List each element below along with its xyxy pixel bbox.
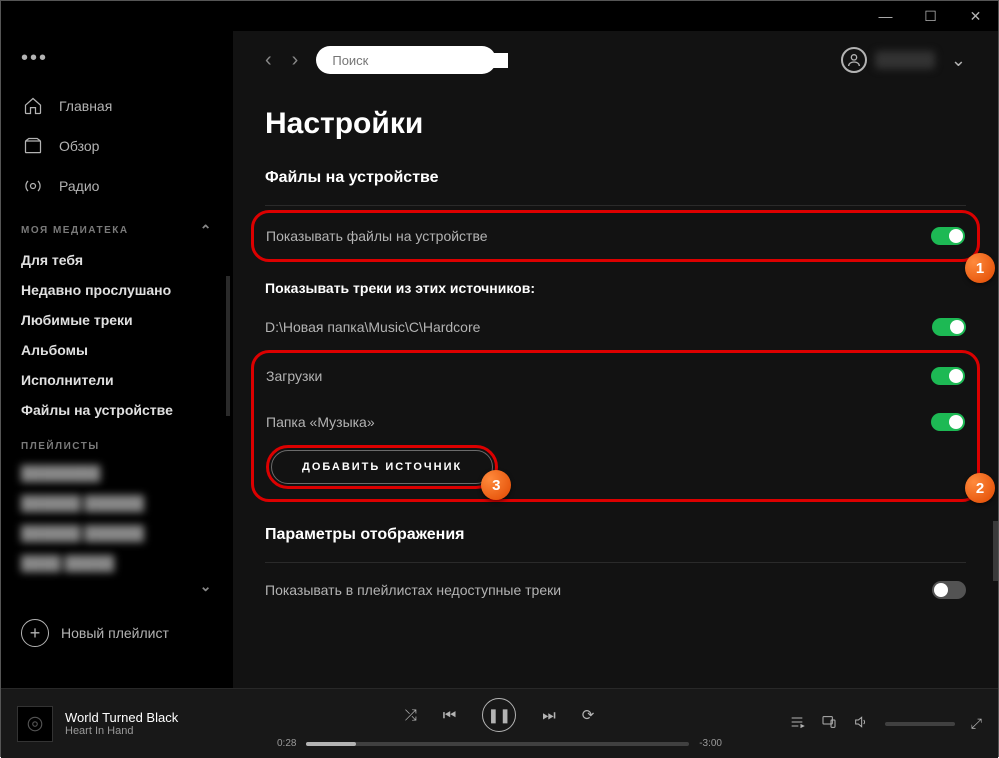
radio-icon: [21, 174, 45, 198]
album-cover[interactable]: [17, 706, 53, 742]
toggle-show-unavailable[interactable]: [932, 581, 966, 599]
section-display-title: Параметры отображения: [265, 526, 966, 552]
now-playing-artist[interactable]: Heart In Hand: [65, 725, 178, 737]
lib-artists[interactable]: Исполнители: [1, 365, 233, 395]
previous-icon[interactable]: ⏮: [443, 707, 457, 724]
annotation-badge-3: 3: [481, 470, 511, 500]
progress-bar[interactable]: [306, 742, 689, 746]
nav-label: Обзор: [59, 138, 99, 154]
user-avatar-icon: [841, 47, 867, 73]
plus-icon: +: [21, 619, 49, 647]
home-icon: [21, 94, 45, 118]
app-window: — ☐ ✕ ••• Главная Обзор Радио МОЯ МЕДИАТ…: [0, 0, 999, 757]
remaining-time: -3:00: [699, 738, 722, 749]
source-downloads: Загрузки: [266, 368, 322, 384]
chevron-up-icon[interactable]: ⌃: [200, 222, 213, 239]
playlist-item[interactable]: ██████ ██████: [1, 518, 233, 548]
lib-albums[interactable]: Альбомы: [1, 335, 233, 365]
lib-for-you[interactable]: Для тебя: [1, 245, 233, 275]
toggle-source-1[interactable]: [931, 367, 965, 385]
playlist-item[interactable]: ████████: [1, 458, 233, 488]
search-box[interactable]: [316, 46, 496, 74]
maximize-button[interactable]: ☐: [908, 1, 953, 31]
playlist-item[interactable]: ████ █████: [1, 548, 233, 578]
show-local-label: Показывать файлы на устройстве: [266, 228, 488, 244]
annotation-badge-2: 2: [965, 473, 995, 503]
page-title: Настройки: [265, 107, 966, 141]
chevron-down-icon[interactable]: ⌄: [951, 50, 966, 71]
playlist-item[interactable]: ██████ ██████: [1, 488, 233, 518]
nav-home[interactable]: Главная: [1, 86, 233, 126]
queue-icon[interactable]: [789, 714, 805, 733]
volume-slider[interactable]: [885, 722, 955, 726]
volume-icon[interactable]: [853, 714, 869, 733]
sidebar-scrollbar[interactable]: [226, 276, 230, 416]
chevron-down-icon: ⌄: [200, 578, 213, 595]
source-music-folder: Папка «Музыка»: [266, 414, 375, 430]
search-input[interactable]: [332, 53, 508, 68]
annotation-box-1: Показывать файлы на устройстве 1: [251, 210, 980, 262]
minimize-button[interactable]: —: [863, 1, 908, 31]
toggle-source-0[interactable]: [932, 318, 966, 336]
browse-icon: [21, 134, 45, 158]
fullscreen-icon[interactable]: ⤢: [971, 715, 982, 732]
divider: [265, 205, 966, 206]
menu-dots-icon[interactable]: •••: [1, 39, 233, 86]
annotation-box-2: Загрузки Папка «Музыка» ДОБАВИТЬ ИСТОЧНИ…: [251, 350, 980, 502]
toggle-show-local[interactable]: [931, 227, 965, 245]
lib-liked[interactable]: Любимые треки: [1, 305, 233, 335]
main-scrollbar[interactable]: [993, 521, 998, 581]
add-source-button[interactable]: ДОБАВИТЬ ИСТОЧНИК: [271, 450, 493, 484]
playlists-expand[interactable]: ⌄: [1, 578, 233, 601]
title-bar: — ☐ ✕: [1, 1, 998, 31]
devices-icon[interactable]: [821, 714, 837, 733]
repeat-icon[interactable]: ⟳: [582, 706, 595, 724]
nav-radio[interactable]: Радио: [1, 166, 233, 206]
topbar: ‹ › ⌄: [265, 31, 966, 89]
sidebar: ••• Главная Обзор Радио МОЯ МЕДИАТЕКА ⌃ …: [1, 31, 233, 688]
new-playlist-button[interactable]: + Новый плейлист: [1, 607, 233, 659]
source-path: D:\Новая папка\Music\С\Hardcore: [265, 319, 480, 335]
player-bar: World Turned Black Heart In Hand ⤮ ⏮ ❚❚ …: [1, 688, 998, 758]
lib-recent[interactable]: Недавно прослушано: [1, 275, 233, 305]
next-icon[interactable]: ⏭: [542, 707, 556, 724]
divider: [265, 562, 966, 563]
now-playing-track[interactable]: World Turned Black: [65, 710, 178, 725]
annotation-badge-1: 1: [965, 253, 995, 283]
shuffle-icon[interactable]: ⤮: [405, 707, 417, 724]
nav-back-icon[interactable]: ‹: [265, 49, 272, 72]
library-header: МОЯ МЕДИАТЕКА ⌃: [1, 206, 233, 245]
lib-local[interactable]: Файлы на устройстве: [1, 395, 233, 425]
elapsed-time: 0:28: [277, 738, 296, 749]
toggle-source-2[interactable]: [931, 413, 965, 431]
sources-subtitle: Показывать треки из этих источников:: [265, 262, 966, 304]
playlists-header: ПЛЕЙЛИСТЫ: [1, 425, 233, 458]
main-content: ‹ › ⌄ Настройки Файлы на устройстве: [233, 31, 998, 688]
section-local-files-title: Файлы на устройстве: [265, 169, 966, 195]
user-name: [875, 51, 935, 69]
nav-label: Главная: [59, 98, 112, 114]
close-button[interactable]: ✕: [953, 1, 998, 31]
user-menu[interactable]: [841, 47, 935, 73]
pause-button[interactable]: ❚❚: [482, 698, 516, 732]
new-playlist-label: Новый плейлист: [61, 625, 169, 641]
show-unavailable-label: Показывать в плейлистах недоступные трек…: [265, 582, 561, 598]
nav-browse[interactable]: Обзор: [1, 126, 233, 166]
nav-label: Радио: [59, 178, 99, 194]
nav-forward-icon[interactable]: ›: [292, 49, 299, 72]
